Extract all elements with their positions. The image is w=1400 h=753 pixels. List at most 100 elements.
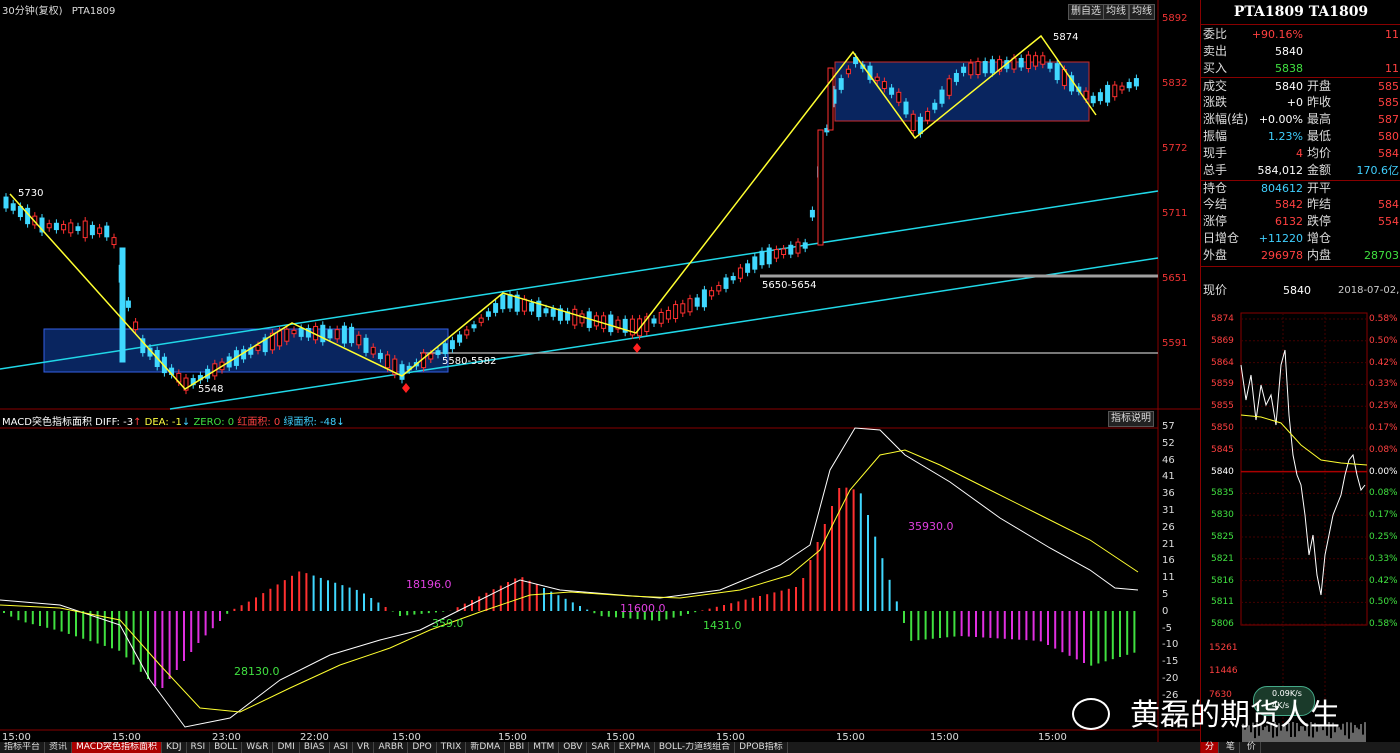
indicator-tab[interactable]: MTM (529, 742, 560, 753)
price-tick: 5772 (1162, 143, 1188, 154)
quote-value: 584,012 (1257, 164, 1304, 177)
candle (68, 222, 74, 234)
indicator-tab[interactable]: BBI (505, 742, 530, 753)
kline-chart[interactable] (0, 0, 1200, 753)
indicator-tab[interactable]: 资讯 (45, 742, 73, 753)
macd-tick: 11 (1162, 572, 1175, 584)
main-chart-area[interactable]: 30分钟(复权) PTA1809 删自选 均线 均线 5892 5832 577… (0, 0, 1200, 753)
ma-button[interactable]: 均线 (1103, 4, 1129, 20)
indicator-tab[interactable]: BOLL-力道线组合 (655, 742, 736, 753)
macd-annotation: 359.0 (432, 617, 464, 630)
candle (737, 267, 743, 279)
quote-label: 内盘 (1307, 248, 1332, 262)
price-tick: 5832 (1162, 78, 1188, 89)
intraday-volume-tick: 15261 (1209, 643, 1238, 653)
indicator-tab[interactable]: OBV (559, 742, 588, 753)
quote-label: 跌停 (1307, 214, 1332, 228)
intraday-pct-tick: 0.17% (1369, 510, 1398, 521)
candle (845, 68, 851, 75)
candle (1025, 54, 1031, 70)
candle (773, 249, 779, 259)
candle (133, 321, 139, 331)
candle (889, 87, 895, 95)
indicator-tab[interactable]: DPOB指标 (735, 742, 788, 753)
tab-price[interactable]: 价 (1243, 742, 1261, 753)
quote-row: 涨跌 +0 昨收 585 (1203, 94, 1399, 111)
quote-value: 5840 (1275, 80, 1303, 93)
intraday-chart[interactable] (1201, 305, 1400, 745)
candle (1054, 63, 1060, 81)
candle (543, 308, 549, 314)
candle (766, 247, 772, 265)
macd-tick: 0 (1162, 605, 1169, 617)
macd-green-area: 绿面积: -48 (283, 417, 337, 428)
quote-row: 持仓 804612 开平 (1203, 180, 1399, 197)
candle (471, 324, 477, 329)
indicator-tab[interactable]: KDJ (162, 742, 187, 753)
intraday-price-tick: 5855 (1211, 401, 1234, 412)
remove-favorite-button[interactable]: 删自选 (1068, 4, 1104, 20)
quote-label: 日增仓 (1203, 231, 1240, 245)
candle (968, 62, 974, 76)
quote-label: 成交 (1203, 79, 1228, 93)
candle (802, 242, 808, 249)
indicator-tab[interactable]: EXPMA (615, 742, 655, 753)
quote-label: 最高 (1307, 112, 1332, 126)
candle (781, 248, 787, 256)
quote-row: 外盘 296978 内盘 28703 (1203, 247, 1399, 264)
candle (104, 225, 110, 238)
candle (1112, 84, 1118, 98)
candle (46, 223, 52, 229)
indicator-tab[interactable]: BIAS (300, 742, 330, 753)
quote-value: 585 (1378, 96, 1399, 109)
quote-row: 卖出 5840 (1203, 43, 1399, 60)
indicator-tab[interactable]: DMI (273, 742, 300, 753)
indicator-tab[interactable]: MACD突色指标面积 (72, 742, 163, 753)
candle (449, 340, 455, 350)
indicator-help-button[interactable]: 指标说明 (1108, 411, 1154, 427)
intraday-price-tick: 5830 (1211, 510, 1234, 521)
candle (917, 116, 923, 135)
indicator-tab[interactable]: ARBR (374, 742, 409, 753)
macd-dea-line (0, 449, 1139, 713)
intraday-frame (1240, 312, 1368, 626)
candle (910, 113, 916, 132)
indicator-tab[interactable]: VR (353, 742, 375, 753)
candle (1033, 55, 1039, 67)
now-price-value: 5840 (1283, 284, 1311, 297)
tab-minute[interactable]: 分 (1201, 742, 1220, 753)
indicator-tab[interactable]: 新DMA (466, 742, 506, 753)
intraday-pct-tick: 0.25% (1369, 532, 1398, 542)
quote-value: 585 (1378, 80, 1399, 93)
quote-value: +0.00% (1258, 113, 1303, 126)
quote-title: PTA1809 TA1809 (1201, 0, 1400, 25)
indicator-tab[interactable]: 指标平台 (0, 742, 46, 753)
indicator-tab[interactable]: TRIX (437, 742, 467, 753)
candle (953, 72, 959, 82)
intraday-price-tick: 5864 (1211, 357, 1234, 368)
candle (1126, 82, 1132, 89)
quote-row: 现手 4 均价 584 (1203, 145, 1399, 162)
quote-value: 580 (1378, 130, 1399, 143)
quote-label: 今结 (1203, 197, 1228, 211)
indicator-tab[interactable]: RSI (187, 742, 211, 753)
indicator-tab[interactable]: W&R (242, 742, 274, 753)
macd-annotation: 28130.0 (234, 665, 280, 678)
candle (874, 76, 880, 82)
candle (788, 244, 794, 255)
candle (982, 61, 988, 74)
quote-value: 5838 (1275, 62, 1303, 75)
indicator-tab[interactable]: BOLL (210, 742, 243, 753)
price-tick: 5711 (1162, 208, 1188, 219)
indicator-tabs[interactable]: 指标平台 资讯 MACD突色指标面积 KDJ RSI BOLL W&R DMI BIAS ASI V… (0, 742, 1200, 753)
macd-annotation: 11600.0 (620, 602, 666, 615)
indicator-tab[interactable]: DPO (408, 742, 437, 753)
tab-tick[interactable]: 笔 (1222, 742, 1240, 753)
intraday-price-tick: 5821 (1211, 553, 1234, 564)
quote-label: 昨结 (1307, 197, 1332, 211)
indicator-tab[interactable]: SAR (587, 742, 615, 753)
indicator-tab[interactable]: ASI (330, 742, 354, 753)
intraday-tabs[interactable]: 分 笔 价 (1201, 742, 1400, 753)
draw-button[interactable]: 均线 (1129, 4, 1155, 20)
candle (3, 196, 9, 209)
